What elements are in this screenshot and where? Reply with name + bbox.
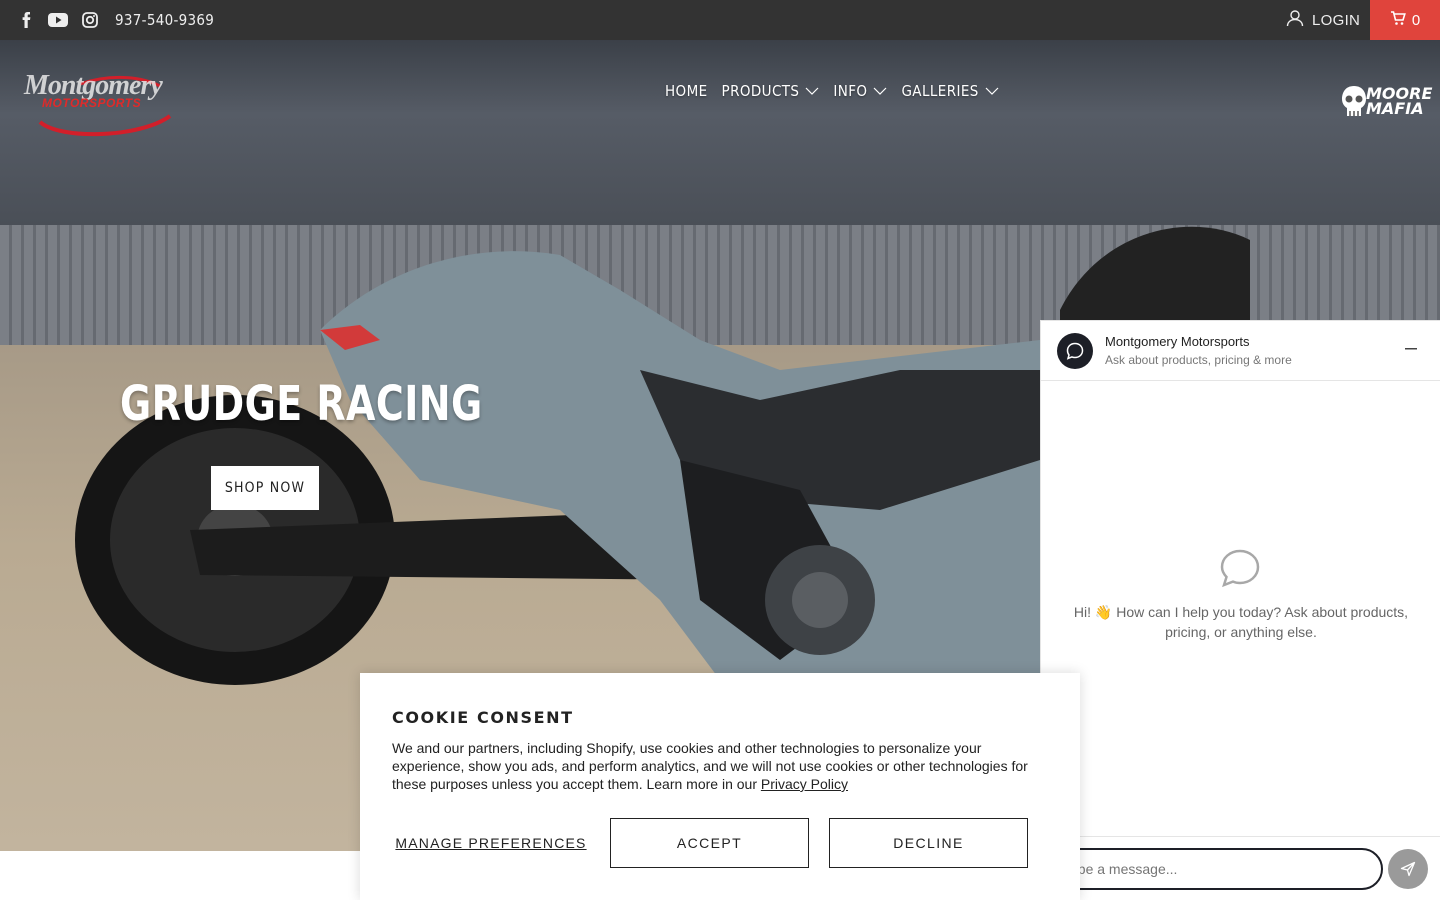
chevron-down-icon: [985, 87, 999, 95]
instagram-icon[interactable]: [80, 10, 100, 30]
skull-icon: [1342, 86, 1366, 116]
nav-label: INFO: [833, 82, 868, 100]
login-label: LOGIN: [1312, 11, 1361, 29]
site-logo[interactable]: Montgomery MOTORSPORTS: [20, 70, 190, 140]
chevron-down-icon: [874, 87, 887, 95]
chat-subtitle: Ask about products, pricing & more: [1105, 353, 1292, 367]
nav-item-home[interactable]: HOME: [665, 82, 708, 100]
facebook-icon[interactable]: [16, 10, 36, 30]
phone-number[interactable]: 937-540-9369: [115, 11, 214, 29]
manage-preferences-button[interactable]: MANAGE PREFERENCES: [392, 818, 590, 868]
nav-item-galleries[interactable]: GALLERIES: [901, 82, 999, 100]
nav-label: GALLERIES: [901, 82, 979, 100]
youtube-icon[interactable]: [48, 10, 68, 30]
minimize-icon[interactable]: [1401, 339, 1421, 359]
chat-avatar: [1057, 333, 1093, 369]
cookie-body-text: We and our partners, including Shopify, …: [392, 740, 1028, 792]
nav-label: PRODUCTS: [721, 82, 800, 100]
decline-button[interactable]: DECLINE: [829, 818, 1028, 868]
logo-subtitle: MOTORSPORTS: [42, 96, 142, 110]
cart-icon: [1390, 10, 1406, 30]
chevron-down-icon: [805, 87, 819, 95]
nav-label: HOME: [665, 82, 708, 100]
cart-count: 0: [1411, 11, 1421, 29]
send-icon: [1400, 861, 1416, 877]
chat-empty-icon: [1220, 549, 1260, 588]
partner-logo-text: MOORE MAFIA: [1366, 84, 1433, 118]
chat-footer: [1031, 836, 1440, 900]
cookie-text: We and our partners, including Shopify, …: [392, 739, 1052, 793]
nav-item-products[interactable]: PRODUCTS: [722, 82, 820, 100]
main-navigation: HOME PRODUCTS INFO GALLERIES: [665, 80, 999, 102]
chat-header: Montgomery Motorsports Ask about product…: [1041, 321, 1440, 381]
cookie-title: COOKIE CONSENT: [392, 708, 574, 727]
user-icon: [1286, 9, 1304, 31]
hero-title: GRUDGE RACING: [120, 376, 483, 432]
chat-message-input[interactable]: [1031, 848, 1383, 890]
chat-bubble-icon: [1066, 342, 1084, 360]
partner-logo[interactable]: MOORE MAFIA: [1340, 80, 1432, 128]
shop-now-button[interactable]: SHOP NOW: [211, 466, 319, 510]
cookie-consent-dialog: COOKIE CONSENT We and our partners, incl…: [360, 673, 1080, 900]
login-link[interactable]: LOGIN: [1286, 0, 1360, 40]
cart-button[interactable]: 0: [1370, 0, 1440, 40]
chat-widget: Montgomery Motorsports Ask about product…: [1031, 320, 1440, 900]
top-bar: 937-540-9369 LOGIN 0: [0, 0, 1440, 40]
privacy-policy-link[interactable]: Privacy Policy: [761, 776, 848, 792]
send-button[interactable]: [1388, 849, 1428, 889]
chat-welcome-message: Hi! 👋 How can I help you today? Ask abou…: [1073, 604, 1409, 640]
social-links: [16, 0, 100, 40]
nav-item-info[interactable]: INFO: [833, 82, 887, 100]
accept-button[interactable]: ACCEPT: [610, 818, 809, 868]
chat-title: Montgomery Motorsports: [1105, 334, 1250, 349]
